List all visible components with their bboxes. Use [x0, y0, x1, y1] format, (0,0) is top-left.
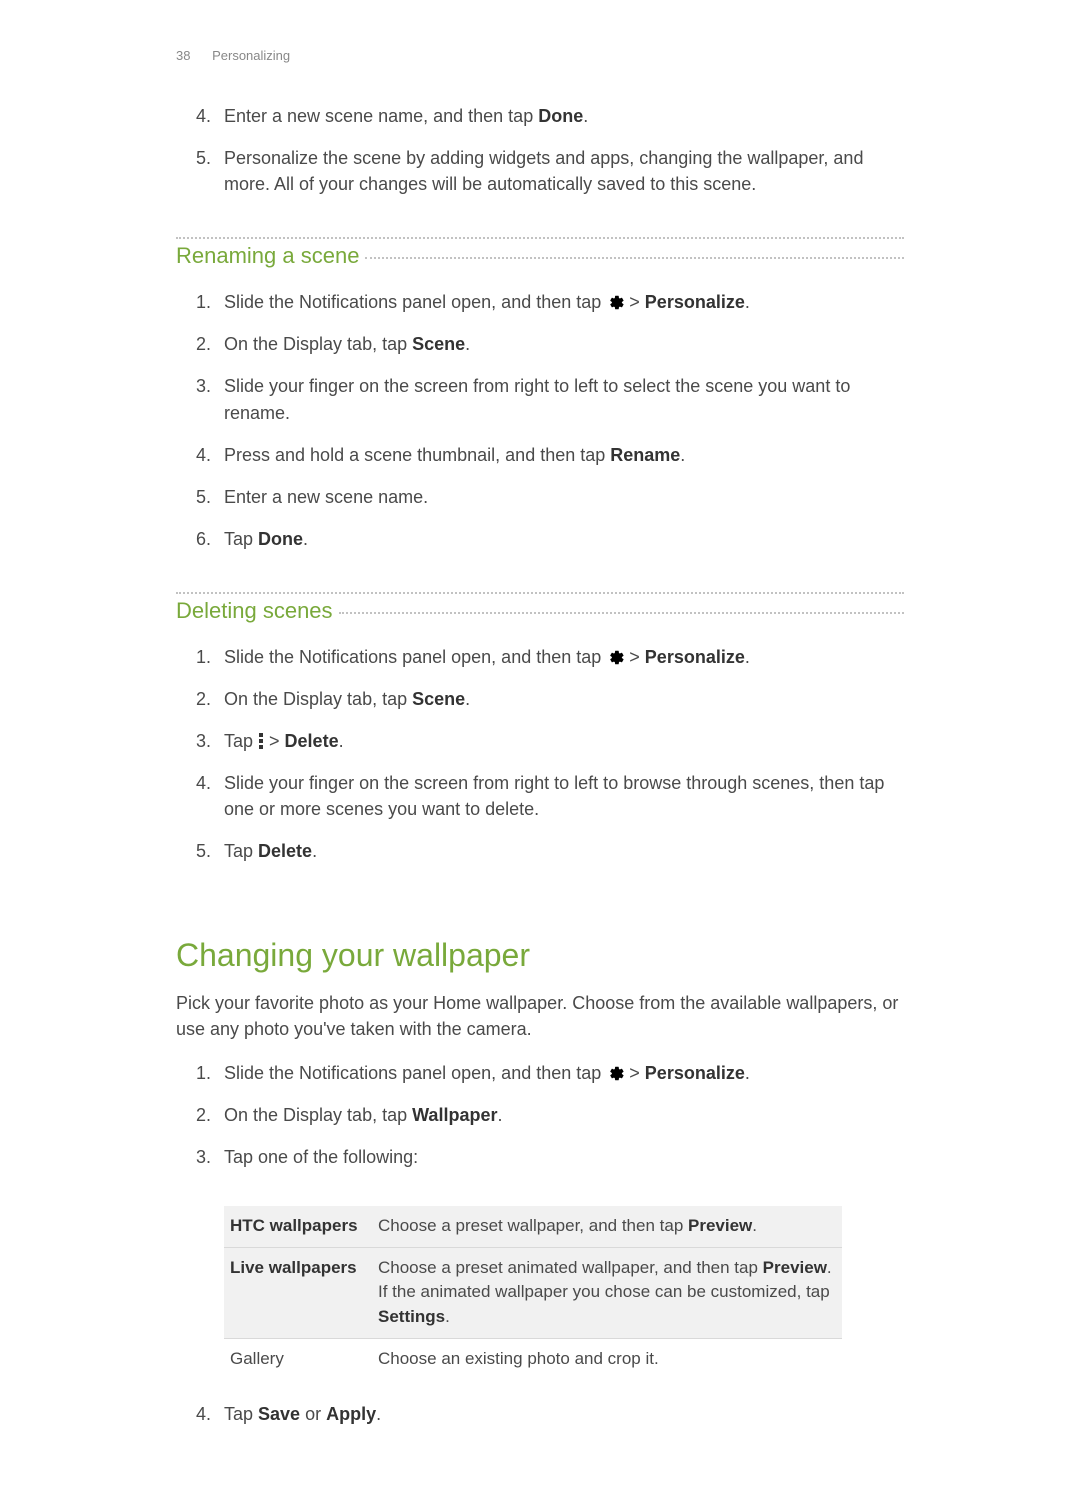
- option-desc: Choose an existing photo and crop it.: [372, 1338, 842, 1379]
- option-desc: Choose a preset wallpaper, and then tap …: [372, 1206, 842, 1247]
- gear-icon: [606, 293, 624, 311]
- wallpaper-step4: Tap Save or Apply.: [176, 1401, 904, 1443]
- deleting-steps: Slide the Notifications panel open, and …: [176, 644, 904, 881]
- table-row: HTC wallpapers Choose a preset wallpaper…: [224, 1206, 842, 1247]
- step-5: Tap Delete.: [196, 838, 904, 880]
- option-desc: Choose a preset animated wallpaper, and …: [372, 1247, 842, 1338]
- step-4: Press and hold a scene thumbnail, and th…: [196, 442, 904, 484]
- option-name: HTC wallpapers: [230, 1216, 358, 1235]
- step-3: Slide your finger on the screen from rig…: [196, 373, 904, 441]
- step-4: Tap Save or Apply.: [196, 1401, 904, 1443]
- page-number: 38: [176, 48, 190, 63]
- deleting-heading: Deleting scenes: [176, 592, 904, 626]
- option-name: Gallery: [230, 1349, 284, 1368]
- step-4: Enter a new scene name, and then tap Don…: [196, 103, 904, 145]
- wallpaper-steps: Slide the Notifications panel open, and …: [176, 1060, 904, 1186]
- step-2: On the Display tab, tap Wallpaper.: [196, 1102, 904, 1144]
- renaming-title: Renaming a scene: [176, 239, 359, 271]
- wallpaper-intro: Pick your favorite photo as your Home wa…: [176, 990, 904, 1042]
- step-4: Slide your finger on the screen from rig…: [196, 770, 904, 838]
- deleting-title: Deleting scenes: [176, 594, 333, 626]
- step-5: Personalize the scene by adding widgets …: [196, 145, 904, 213]
- step-6: Tap Done.: [196, 526, 904, 568]
- step-5: Enter a new scene name.: [196, 484, 904, 526]
- renaming-heading: Renaming a scene: [176, 237, 904, 271]
- step-3: Tap one of the following:: [196, 1144, 904, 1186]
- divider: [365, 256, 904, 259]
- step-1: Slide the Notifications panel open, and …: [196, 1060, 904, 1102]
- table-row: Live wallpapers Choose a preset animated…: [224, 1247, 842, 1338]
- step-1: Slide the Notifications panel open, and …: [196, 644, 904, 686]
- wallpaper-heading: Changing your wallpaper: [176, 937, 904, 974]
- step-2: On the Display tab, tap Scene.: [196, 331, 904, 373]
- wallpaper-options-table: HTC wallpapers Choose a preset wallpaper…: [224, 1206, 842, 1379]
- renaming-steps: Slide the Notifications panel open, and …: [176, 289, 904, 568]
- gear-icon: [606, 1064, 624, 1082]
- option-name: Live wallpapers: [230, 1258, 357, 1277]
- scene-continued-steps: Enter a new scene name, and then tap Don…: [176, 103, 904, 213]
- menu-icon: [258, 732, 264, 750]
- table-row: Gallery Choose an existing photo and cro…: [224, 1338, 842, 1379]
- divider: [339, 611, 904, 614]
- step-3: Tap > Delete.: [196, 728, 904, 770]
- running-header: 38 Personalizing: [176, 48, 904, 63]
- step-2: On the Display tab, tap Scene.: [196, 686, 904, 728]
- section-name: Personalizing: [212, 48, 290, 63]
- gear-icon: [606, 648, 624, 666]
- document-page: 38 Personalizing Enter a new scene name,…: [0, 0, 1080, 1511]
- step-1: Slide the Notifications panel open, and …: [196, 289, 904, 331]
